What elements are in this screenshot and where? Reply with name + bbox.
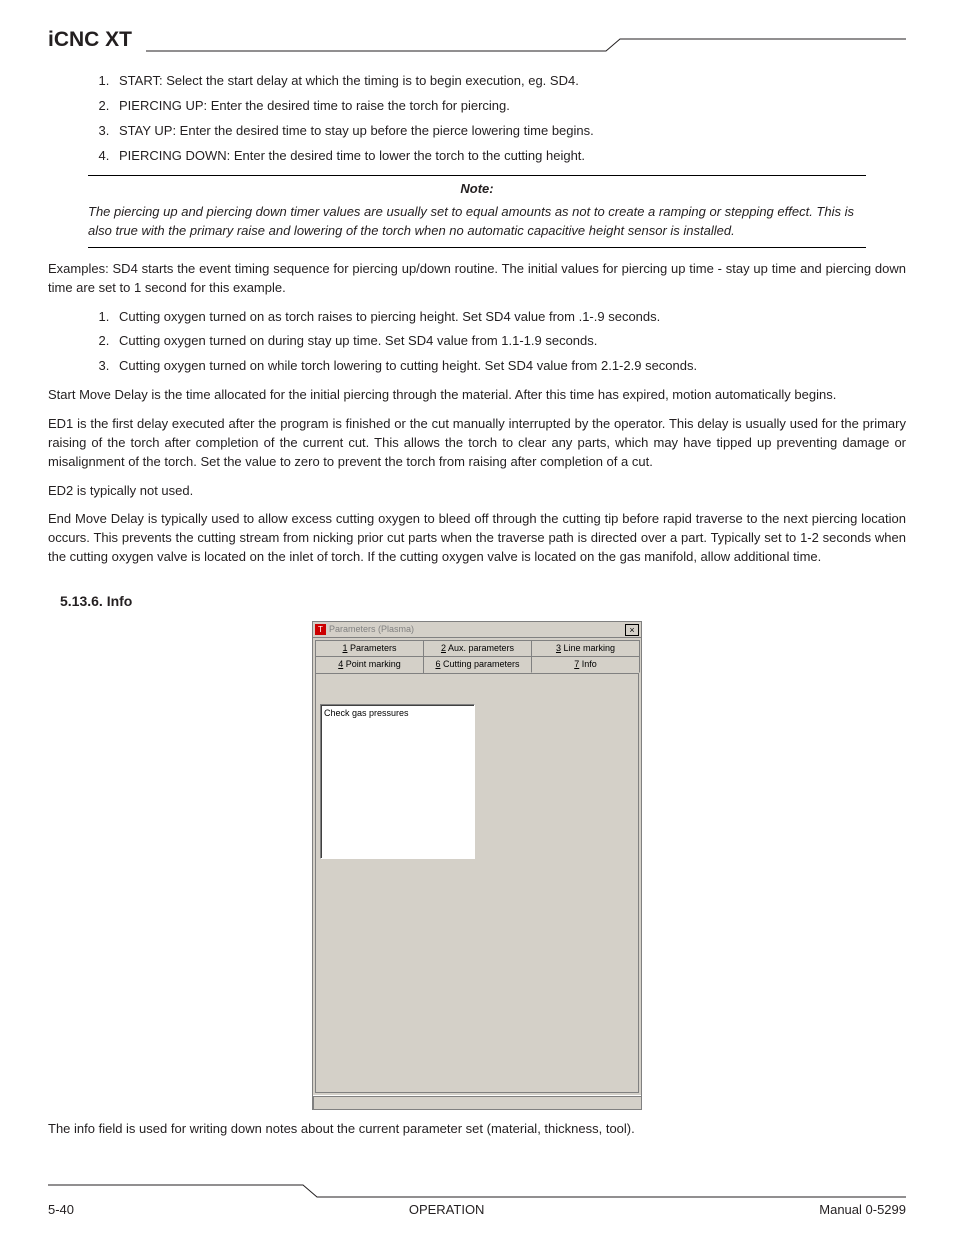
figure-caption: The info field is used for writing down …: [48, 1120, 906, 1139]
list-item: PIERCING UP: Enter the desired time to r…: [113, 97, 906, 116]
paragraph: Start Move Delay is the time allocated f…: [48, 386, 906, 405]
tab-key: 1: [342, 643, 347, 653]
tab-row-2: 4 Point marking 6 Cutting parameters 7 I…: [313, 656, 641, 673]
tab-label: Line marking: [564, 643, 616, 653]
tab-info[interactable]: 7 Info: [531, 656, 640, 673]
close-button[interactable]: ×: [625, 624, 639, 636]
page-footer: 5-40 OPERATION Manual 0-5299: [48, 1184, 906, 1217]
tab-key: 6: [435, 659, 440, 669]
tab-label: Parameters: [350, 643, 397, 653]
tab-point-marking[interactable]: 4 Point marking: [315, 656, 424, 673]
tab-panel: Check gas pressures: [315, 673, 639, 1093]
footer-section: OPERATION: [409, 1202, 485, 1217]
note-block: Note: The piercing up and piercing down …: [88, 175, 866, 248]
list-item: Cutting oxygen turned on as torch raises…: [113, 308, 906, 327]
info-textarea[interactable]: Check gas pressures: [320, 704, 475, 859]
app-icon: T: [315, 624, 326, 635]
status-bar: [313, 1095, 641, 1109]
paragraph: Examples: SD4 starts the event timing se…: [48, 260, 906, 298]
tab-key: 3: [556, 643, 561, 653]
note-body: The piercing up and piercing down timer …: [88, 203, 866, 248]
paragraph: ED2 is typically not used.: [48, 482, 906, 501]
tab-aux-parameters[interactable]: 2 Aux. parameters: [423, 640, 532, 656]
tab-row-1: 1 Parameters 2 Aux. parameters 3 Line ma…: [313, 638, 641, 656]
page-title: iCNC XT: [48, 28, 146, 52]
tab-label: Point marking: [346, 659, 401, 669]
tab-parameters[interactable]: 1 Parameters: [315, 640, 424, 656]
footer-page-number: 5-40: [48, 1202, 74, 1217]
ordered-list-a: START: Select the start delay at which t…: [48, 72, 906, 165]
footer-manual: Manual 0-5299: [819, 1202, 906, 1217]
window-title: Parameters (Plasma): [329, 623, 625, 636]
list-item: START: Select the start delay at which t…: [113, 72, 906, 91]
tab-label: Aux. parameters: [448, 643, 514, 653]
tab-label: Cutting parameters: [443, 659, 520, 669]
window-titlebar: T Parameters (Plasma) ×: [313, 622, 641, 638]
parameters-window: T Parameters (Plasma) × 1 Parameters 2 A…: [312, 621, 642, 1110]
paragraph: End Move Delay is typically used to allo…: [48, 510, 906, 567]
list-item: PIERCING DOWN: Enter the desired time to…: [113, 147, 906, 166]
paragraph: ED1 is the first delay executed after th…: [48, 415, 906, 472]
note-label: Note:: [88, 175, 866, 199]
tab-key: 4: [338, 659, 343, 669]
list-item: STAY UP: Enter the desired time to stay …: [113, 122, 906, 141]
section-heading: 5.13.6. Info: [60, 591, 906, 611]
tab-label: Info: [582, 659, 597, 669]
tab-key: 7: [574, 659, 579, 669]
tab-cutting-parameters[interactable]: 6 Cutting parameters: [423, 656, 532, 673]
list-item: Cutting oxygen turned on while torch low…: [113, 357, 906, 376]
tab-key: 2: [441, 643, 446, 653]
tab-line-marking[interactable]: 3 Line marking: [531, 640, 640, 656]
list-item: Cutting oxygen turned on during stay up …: [113, 332, 906, 351]
header-rule: [146, 38, 906, 52]
ordered-list-b: Cutting oxygen turned on as torch raises…: [48, 308, 906, 377]
